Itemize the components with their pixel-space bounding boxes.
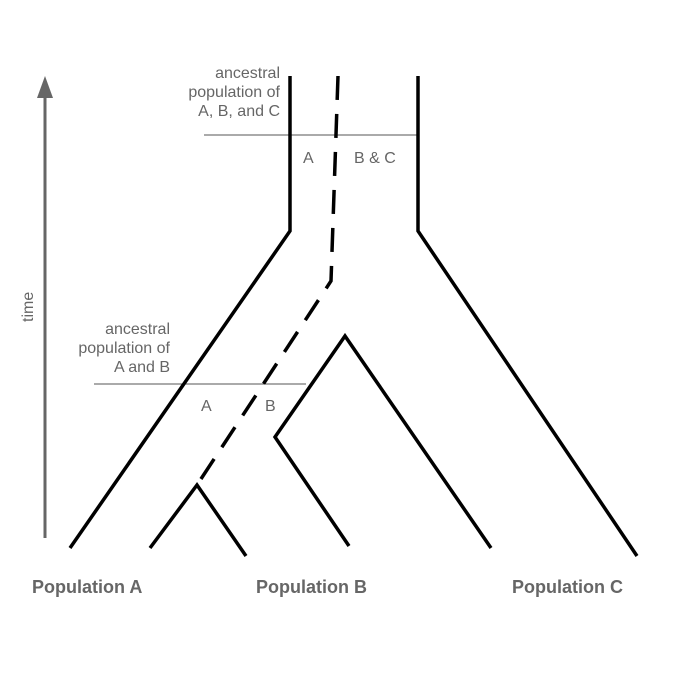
lower-section-label-b: B	[265, 398, 276, 415]
population-a-label: Population A	[32, 577, 143, 597]
tree-a-inner-branch	[148, 481, 248, 557]
time-arrow-head	[37, 76, 53, 98]
phylogeny-diagram: time ancestral population of A, B, and C…	[0, 0, 676, 699]
time-axis-label: time	[20, 291, 37, 322]
population-c-label: Population C	[512, 577, 623, 597]
population-b-label: Population B	[256, 577, 367, 597]
tree-right-outer-branch	[416, 76, 639, 557]
upper-section-label-a: A	[303, 150, 314, 167]
ancestral-ab-label: ancestral population of A and B	[78, 321, 170, 376]
upper-section-label-bc: B & C	[354, 150, 396, 167]
tree-bc-inner-branch	[272, 332, 493, 549]
gene-lineage-dashed	[195, 75, 340, 486]
ancestral-abc-label: ancestral population of A, B, and C	[188, 65, 280, 120]
lower-section-label-a: A	[201, 398, 212, 415]
tree-left-outer-branch	[68, 76, 292, 549]
